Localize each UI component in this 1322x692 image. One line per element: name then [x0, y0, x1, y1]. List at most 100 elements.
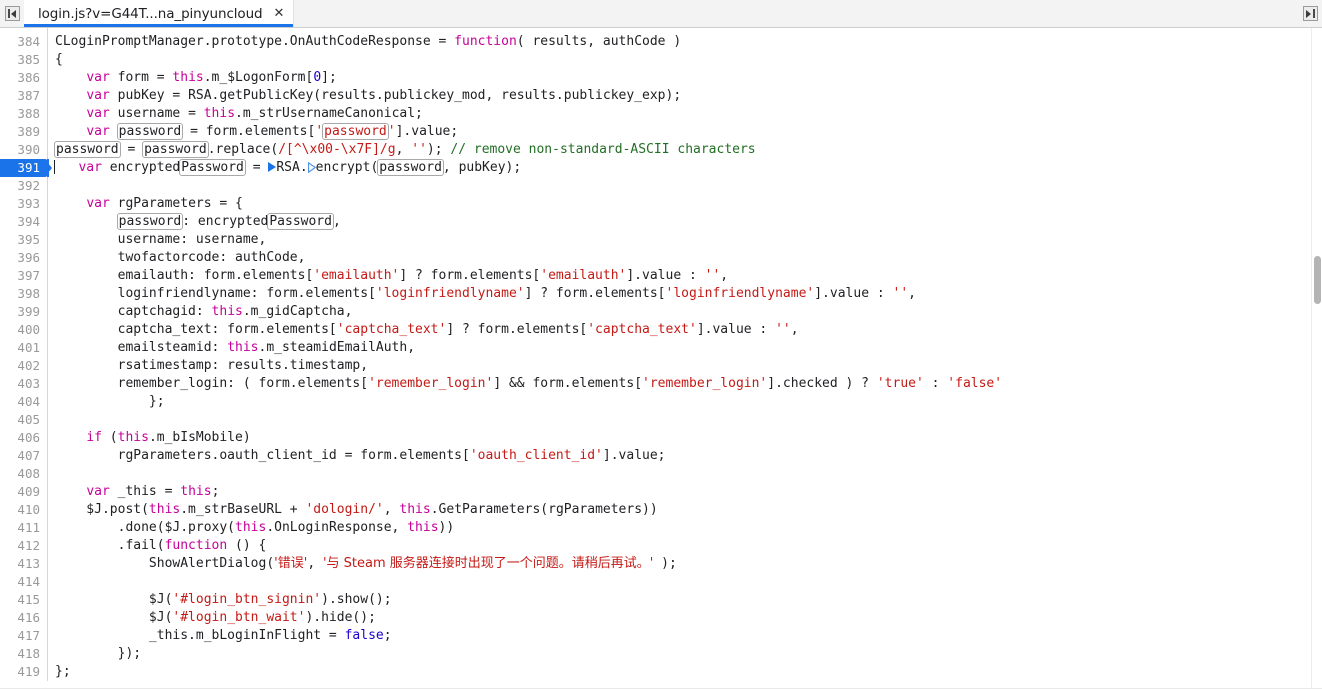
line-number[interactable]: 409 — [0, 483, 47, 501]
code-editor[interactable]: 383 384 CLoginPromptManager.prototype.On… — [0, 28, 1322, 692]
line-number[interactable]: 403 — [0, 375, 47, 393]
code-line[interactable]: 413 ShowAlertDialog('错误', '与 Steam 服务器连接… — [0, 555, 1322, 573]
line-number[interactable]: 384 — [0, 33, 47, 51]
code-line[interactable]: 385 { — [0, 51, 1322, 69]
line-number[interactable]: 397 — [0, 267, 47, 285]
line-number[interactable]: 385 — [0, 51, 47, 69]
code-line[interactable]: 408 — [0, 465, 1322, 483]
triangle-marker-outline-icon[interactable] — [307, 162, 316, 173]
code-line[interactable]: 404 }; — [0, 393, 1322, 411]
line-number[interactable]: 392 — [0, 177, 47, 195]
code-line[interactable]: 388 var username = this.m_strUsernameCan… — [0, 105, 1322, 123]
line-number[interactable]: 393 — [0, 195, 47, 213]
line-content[interactable]: loginfriendlyname: form.elements['loginf… — [47, 285, 1322, 303]
line-content[interactable]: _this.m_bLoginInFlight = false; — [47, 627, 1322, 645]
line-content[interactable] — [47, 177, 1322, 195]
line-content[interactable]: password: encryptedPassword, — [47, 213, 1322, 231]
line-number[interactable]: 417 — [0, 627, 47, 645]
line-number[interactable]: 402 — [0, 357, 47, 375]
scroll-tabs-left-button[interactable] — [0, 0, 24, 27]
line-content[interactable]: var rgParameters = { — [47, 195, 1322, 213]
code-line[interactable]: 399 captchagid: this.m_gidCaptcha, — [0, 303, 1322, 321]
line-content[interactable]: }); — [47, 645, 1322, 663]
code-line[interactable]: 409 var _this = this; — [0, 483, 1322, 501]
line-number[interactable]: 411 — [0, 519, 47, 537]
code-line[interactable]: 387 var pubKey = RSA.getPublicKey(result… — [0, 87, 1322, 105]
line-content[interactable]: emailsteamid: this.m_steamidEmailAuth, — [47, 339, 1322, 357]
line-number[interactable]: 389 — [0, 123, 47, 141]
line-number[interactable]: 415 — [0, 591, 47, 609]
code-line[interactable]: 407 rgParameters.oauth_client_id = form.… — [0, 447, 1322, 465]
line-number[interactable]: 390 — [0, 141, 47, 159]
line-number[interactable]: 414 — [0, 573, 47, 591]
close-icon[interactable]: ✕ — [274, 7, 285, 20]
code-line[interactable]: 394 password: encryptedPassword, — [0, 213, 1322, 231]
line-number[interactable]: 400 — [0, 321, 47, 339]
code-line[interactable]: 384 CLoginPromptManager.prototype.OnAuth… — [0, 33, 1322, 51]
code-line[interactable]: 386 var form = this.m_$LogonForm[0]; — [0, 69, 1322, 87]
line-content[interactable]: $J.post(this.m_strBaseURL + 'dologin/', … — [47, 501, 1322, 519]
code-line[interactable]: 392 — [0, 177, 1322, 195]
code-line[interactable]: 403 remember_login: ( form.elements['rem… — [0, 375, 1322, 393]
line-content[interactable]: .done($J.proxy(this.OnLoginResponse, thi… — [47, 519, 1322, 537]
code-line[interactable]: 396 twofactorcode: authCode, — [0, 249, 1322, 267]
line-number[interactable]: 394 — [0, 213, 47, 231]
line-number[interactable]: 387 — [0, 87, 47, 105]
code-line[interactable]: 419 }; — [0, 663, 1322, 681]
code-line[interactable]: 390 password = password.replace(/[^\x00-… — [0, 141, 1322, 159]
line-content[interactable]: $J('#login_btn_wait').hide(); — [47, 609, 1322, 627]
line-number[interactable]: 413 — [0, 555, 47, 573]
line-content[interactable]: twofactorcode: authCode, — [47, 249, 1322, 267]
line-content[interactable]: $J('#login_btn_signin').show(); — [47, 591, 1322, 609]
line-content[interactable]: rsatimestamp: results.timestamp, — [47, 357, 1322, 375]
code-line[interactable]: 412 .fail(function () { — [0, 537, 1322, 555]
line-number[interactable]: 399 — [0, 303, 47, 321]
line-content[interactable]: CLoginPromptManager.prototype.OnAuthCode… — [47, 33, 1322, 51]
line-content[interactable]: rgParameters.oauth_client_id = form.elem… — [47, 447, 1322, 465]
code-line[interactable]: 414 — [0, 573, 1322, 591]
line-number[interactable]: 401 — [0, 339, 47, 357]
scroll-tabs-right-button[interactable] — [1298, 0, 1322, 27]
line-content[interactable]: }; — [47, 663, 1322, 681]
code-line[interactable]: 389 var password = form.elements['passwo… — [0, 123, 1322, 141]
code-line[interactable]: 395 username: username, — [0, 231, 1322, 249]
line-number[interactable]: 419 — [0, 663, 47, 681]
line-number[interactable]: 386 — [0, 69, 47, 87]
line-number[interactable]: 407 — [0, 447, 47, 465]
code-line[interactable]: 393 var rgParameters = { — [0, 195, 1322, 213]
vertical-scrollbar[interactable] — [1311, 28, 1322, 692]
editor-tab-login-js[interactable]: login.js?v=G44T...na_pinyuncloud ✕ — [24, 0, 295, 27]
line-number[interactable]: 405 — [0, 411, 47, 429]
line-content[interactable]: var pubKey = RSA.getPublicKey(results.pu… — [47, 87, 1322, 105]
code-line[interactable]: 397 emailauth: form.elements['emailauth'… — [0, 267, 1322, 285]
line-number[interactable]: 410 — [0, 501, 47, 519]
code-line[interactable]: 418 }); — [0, 645, 1322, 663]
horizontal-scrollbar[interactable] — [0, 688, 1322, 692]
line-content[interactable]: captcha_text: form.elements['captcha_tex… — [47, 321, 1322, 339]
line-content[interactable] — [47, 411, 1322, 429]
line-content[interactable]: var encryptedPassword = RSA. encrypt(pass… — [47, 159, 1322, 177]
code-line[interactable]: 401 emailsteamid: this.m_steamidEmailAut… — [0, 339, 1322, 357]
line-content[interactable]: var password = form.elements['password']… — [47, 123, 1322, 141]
line-content[interactable]: }; — [47, 393, 1322, 411]
code-line[interactable]: 400 captcha_text: form.elements['captcha… — [0, 321, 1322, 339]
line-number[interactable]: 388 — [0, 105, 47, 123]
vertical-scrollbar-thumb[interactable] — [1314, 256, 1321, 304]
line-number[interactable]: 406 — [0, 429, 47, 447]
code-line-current[interactable]: 391 var encryptedPassword = RSA. encrypt(… — [0, 159, 1322, 177]
code-line[interactable]: 417 _this.m_bLoginInFlight = false; — [0, 627, 1322, 645]
line-content[interactable] — [47, 465, 1322, 483]
code-line[interactable]: 415 $J('#login_btn_signin').show(); — [0, 591, 1322, 609]
line-content[interactable]: if (this.m_bIsMobile) — [47, 429, 1322, 447]
line-content[interactable]: { — [47, 51, 1322, 69]
line-content[interactable]: password = password.replace(/[^\x00-\x7F… — [47, 141, 1322, 159]
line-number[interactable]: 396 — [0, 249, 47, 267]
line-content[interactable]: emailauth: form.elements['emailauth'] ? … — [47, 267, 1322, 285]
code-line[interactable]: 406 if (this.m_bIsMobile) — [0, 429, 1322, 447]
line-content[interactable]: var form = this.m_$LogonForm[0]; — [47, 69, 1322, 87]
code-line[interactable]: 402 rsatimestamp: results.timestamp, — [0, 357, 1322, 375]
line-number[interactable]: 418 — [0, 645, 47, 663]
code-line[interactable]: 410 $J.post(this.m_strBaseURL + 'dologin… — [0, 501, 1322, 519]
line-number[interactable]: 398 — [0, 285, 47, 303]
code-line[interactable]: 411 .done($J.proxy(this.OnLoginResponse,… — [0, 519, 1322, 537]
